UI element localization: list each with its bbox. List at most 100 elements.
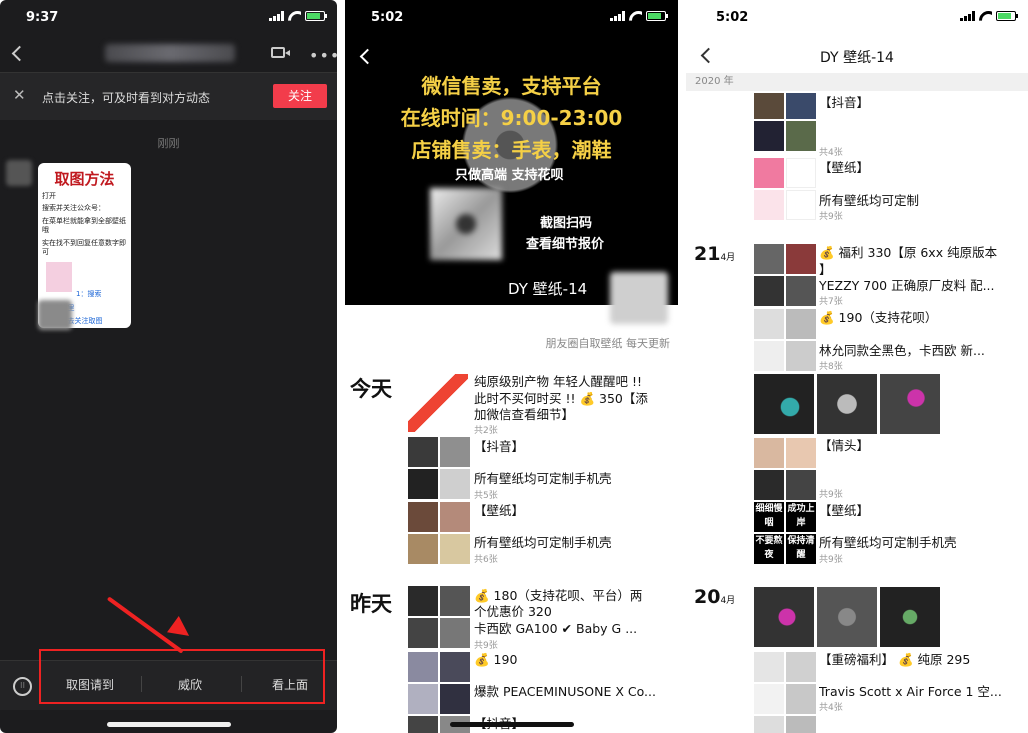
- album-thumbnail[interactable]: [754, 652, 816, 714]
- post-text: 此时不买何时买 !! 💰 350【添: [474, 391, 648, 406]
- back-icon[interactable]: [11, 45, 28, 62]
- date-label: 214月: [694, 243, 735, 265]
- menu-divider: [241, 676, 242, 692]
- post-text: 所有壁纸均可定制手机壳: [474, 471, 612, 486]
- status-bar: 5:02: [686, 8, 1028, 28]
- menu-divider: [141, 676, 142, 692]
- status-time: 5:02: [371, 10, 404, 25]
- date-label: 204月: [694, 586, 735, 608]
- card-line-4: 实在找不到回复任意数字即可: [42, 238, 126, 257]
- post-text: 【壁纸】: [474, 503, 525, 518]
- post-count: 共6张: [474, 555, 498, 565]
- qr-code: [430, 188, 502, 260]
- post-text: 【抖音】: [474, 439, 525, 454]
- battery-icon: [305, 11, 327, 21]
- entry-count: 共9张: [819, 490, 843, 500]
- album-thumbnail-row[interactable]: [754, 587, 940, 647]
- follow-button[interactable]: 关注: [273, 84, 327, 108]
- day-label-today: 今天: [350, 377, 392, 401]
- entry-text: 林允同款全黑色，卡西欧 新...: [819, 343, 985, 358]
- wifi-icon: [979, 11, 992, 21]
- profile-avatar[interactable]: [610, 272, 668, 324]
- post-thumbnail[interactable]: [408, 437, 470, 499]
- post-text: 所有壁纸均可定制手机壳: [474, 535, 612, 550]
- menu-item-weixin[interactable]: 威欣: [178, 676, 202, 693]
- wifi-icon: [629, 11, 642, 21]
- contact-name-blurred: [105, 44, 235, 62]
- entry-text: 【重磅福利】 💰 纯原 295: [819, 652, 971, 667]
- hero-scan-1: 截图扫码: [540, 216, 593, 231]
- album-title: DY 壁纸-14: [820, 50, 894, 66]
- card-line-1: 打开: [42, 192, 56, 200]
- album-thumbnail[interactable]: [754, 438, 816, 500]
- follow-banner: ✕ 点击关注，可及时看到对方动态 关注: [0, 72, 337, 120]
- post-text: 💰 180（支持花呗、平台）两: [474, 588, 643, 603]
- post-thumbnail[interactable]: [408, 502, 470, 564]
- video-call-icon[interactable]: [271, 47, 285, 58]
- entry-text: 【抖音】: [819, 95, 870, 110]
- more-icon[interactable]: •••: [309, 46, 337, 65]
- menu-item-look-above[interactable]: 看上面: [272, 676, 308, 693]
- post-text: 纯原级别产物 年轻人醒醒吧 !!: [474, 374, 642, 389]
- tile-text: 保持清醒: [786, 534, 816, 564]
- entry-text: 【情头】: [819, 438, 870, 453]
- entry-count: 共4张: [819, 148, 843, 158]
- hero-line-2: 在线时间：9:00-23:00: [400, 106, 623, 130]
- entry-text: 【壁纸】: [819, 503, 870, 518]
- hero-scan-2: 查看细节报价: [526, 237, 605, 252]
- blurred-sticker: [38, 300, 72, 330]
- battery-icon: [646, 11, 668, 21]
- entry-text: 💰 190（支持花呗）: [819, 310, 938, 325]
- entry-text: 】: [819, 262, 832, 277]
- entry-count: 共8张: [819, 362, 843, 372]
- post-thumbnail[interactable]: [408, 586, 470, 648]
- signal-icon: [610, 11, 625, 21]
- hero-line-4: 只做高端 支持花呗: [455, 168, 564, 183]
- menu-item-get-image[interactable]: 取图请到: [66, 676, 114, 693]
- album-nav-bar: DY 壁纸-14: [686, 40, 1028, 72]
- day-label-yesterday: 昨天: [350, 592, 392, 616]
- follow-tip: 点击关注，可及时看到对方动态: [42, 91, 211, 105]
- entry-text: 所有壁纸均可定制: [819, 193, 920, 208]
- home-indicator: [449, 722, 574, 727]
- wifi-icon: [288, 11, 301, 21]
- date-month: 4月: [720, 596, 736, 606]
- battery-icon: [996, 11, 1018, 21]
- status-time: 5:02: [716, 10, 749, 25]
- album-thumbnail[interactable]: [754, 244, 816, 306]
- chat-nav-bar: •••: [0, 36, 337, 72]
- entry-text: Travis Scott x Air Force 1 空...: [819, 684, 1002, 699]
- entry-count: 共9张: [819, 212, 843, 222]
- tile-text: 细细慢咽: [754, 502, 784, 532]
- post-thumbnail[interactable]: [408, 652, 470, 714]
- entry-text: 【壁纸】: [819, 160, 870, 175]
- keyboard-icon[interactable]: ⁝⁝: [13, 677, 32, 696]
- entry-count: 共9张: [819, 555, 843, 565]
- post-text: 爆款 PEACEMINUSONE X Co...: [474, 684, 656, 699]
- album-thumbnail[interactable]: [754, 309, 816, 371]
- entry-count: 共7张: [819, 297, 843, 307]
- album-thumbnail[interactable]: 细细慢咽 成功上岸 不要熬夜 保持清醒: [754, 502, 816, 564]
- card-search: 1：搜索: [76, 289, 102, 298]
- post-count: 共9张: [474, 641, 498, 651]
- tile-text: 不要熬夜: [754, 534, 784, 564]
- post-thumbnail[interactable]: [408, 374, 468, 432]
- signal-icon: [960, 11, 975, 21]
- album-thumbnail[interactable]: [754, 716, 816, 733]
- entry-count: 共4张: [819, 703, 843, 713]
- card-line-3: 在菜单栏就能拿到全部壁纸哦: [42, 216, 126, 235]
- entry-text: YEZZY 700 正确原厂皮料 配...: [819, 278, 995, 293]
- post-text: 卡西欧 GA100 ✔ Baby G ...: [474, 621, 638, 636]
- album-thumbnail[interactable]: [754, 158, 816, 220]
- album-thumbnail[interactable]: [754, 93, 816, 151]
- message-time: 刚刚: [157, 137, 180, 150]
- entry-text: 所有壁纸均可定制手机壳: [819, 535, 957, 550]
- post-text: 加微信查看细节】: [474, 407, 575, 422]
- sender-avatar: [6, 160, 32, 186]
- moments-profile-screen: 微信售卖，支持平台 在线时间：9:00-23:00 店铺售卖：手表，潮鞋 只做高…: [345, 0, 678, 733]
- post-count: 共2张: [474, 426, 498, 436]
- close-icon[interactable]: ✕: [13, 86, 26, 104]
- album-thumbnail-row[interactable]: [754, 374, 940, 434]
- profile-tagline: 朋友圈自取壁纸 每天更新: [545, 337, 671, 350]
- post-text: 个优惠价 320: [474, 604, 552, 619]
